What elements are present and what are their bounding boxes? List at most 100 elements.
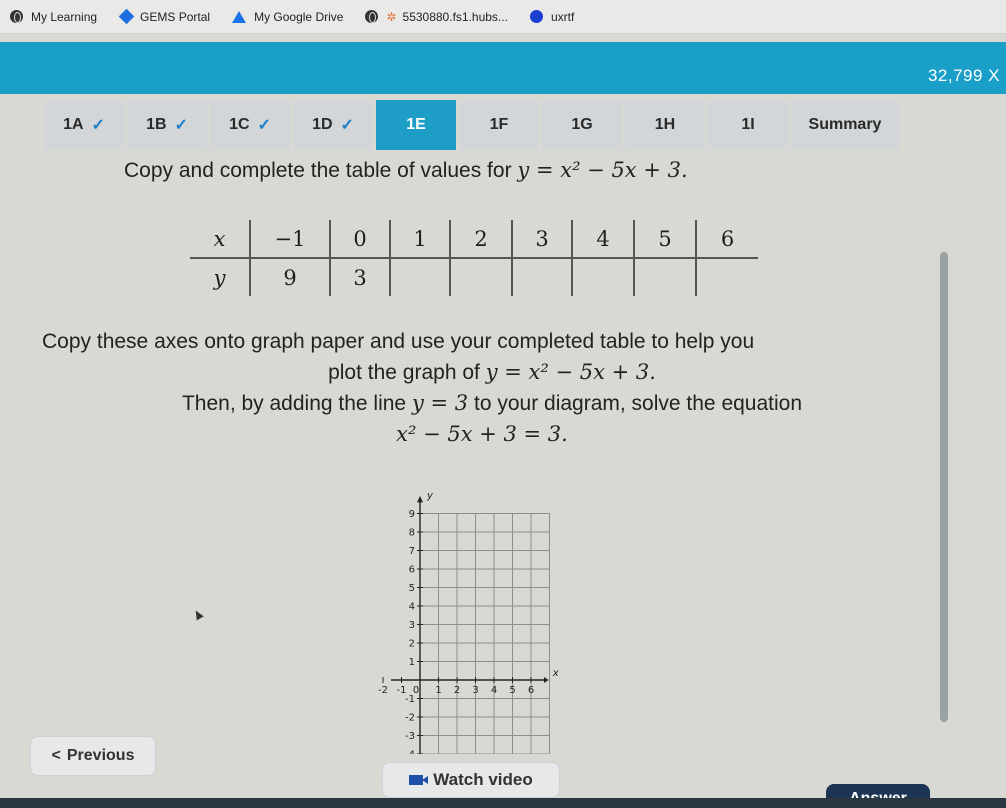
y-tick-label: 1 [409,657,415,668]
y-tick-label: -1 [405,694,415,705]
y-tick-label: 7 [409,546,415,557]
table-cell: 3 [512,220,573,259]
tab-label: 1G [571,116,593,133]
hubspot-icon: ✲ [386,9,397,24]
bookmark-label: GEMS Portal [140,9,211,24]
table-cell: −1 [250,220,331,259]
question-text: Copy and complete the table of values fo… [124,159,512,182]
table-cell[interactable] [696,258,758,296]
graph-grid [419,513,550,754]
y-tick-label: 5 [409,583,415,594]
table-cell: 1 [390,220,451,259]
bookmark-gems-portal[interactable]: GEMS Portal [118,8,211,25]
bookmarks-bar: My Learning GEMS Portal My Google Drive … [0,0,1006,34]
check-icon: ✓ [340,117,354,134]
instruction-line-1: Copy these axes onto graph paper and use… [42,330,755,353]
instruction-line-3: Then, by adding the line y = 3 to your d… [42,389,942,418]
video-camera-icon [409,775,429,785]
bookmark-google-drive[interactable]: My Google Drive [232,10,343,24]
tab-label: 1H [654,116,676,133]
check-icon: ✓ [174,117,188,134]
table-header-y: y [190,258,251,296]
bookmark-uxrtf[interactable]: uxrtf [529,9,575,24]
mouse-cursor-icon [192,608,204,621]
x-tick-label: 3 [472,685,478,696]
y-tick-label: -3 [405,731,415,742]
pay-icon [529,10,543,23]
x-axis-label: x [552,668,559,679]
tab-1h[interactable]: 1H [625,100,705,150]
y-tick-label: 6 [409,565,415,576]
x-tick-label: 4 [491,685,497,696]
bookmark-label: My Learning [31,9,98,24]
tab-1d[interactable]: 1D ✓ [293,100,373,150]
values-table: x −1 0 1 2 3 4 5 6 y 9 3 [190,220,758,296]
table-cell: 0 [330,220,391,259]
y-tick-label: 4 [409,602,415,613]
axes-graph: -2-10123456987654321-1-2-3-4yx [378,491,559,754]
table-cell[interactable] [450,258,513,296]
y-tick-label: 8 [409,528,415,539]
tab-label: 1B [146,116,167,133]
check-icon: ✓ [91,117,105,134]
tab-label: Summary [808,116,882,133]
table-cell[interactable] [390,258,451,296]
taskbar-strip [0,798,1006,808]
instruction-line-4: x² − 5x + 3 = 3. [42,420,942,449]
scrollbar[interactable] [940,252,948,722]
table-cell[interactable] [634,258,697,296]
graph-tick-labels: -2-10123456987654321-1-2-3-4yx [378,491,559,754]
instruction-text: Then, by adding the line [181,392,407,415]
y-tick-label: 9 [409,509,415,520]
tab-1a[interactable]: 1A ✓ [44,100,124,150]
tab-label: 1D [312,116,333,133]
table-cell: 5 [634,220,697,259]
globe-icon [365,10,379,23]
header-bar: 32,799 X [0,42,1006,94]
bookmark-label: My Google Drive [254,9,344,24]
tab-label: 1A [63,116,84,133]
previous-label: Previous [66,747,135,764]
tab-1c[interactable]: 1C ✓ [210,100,290,150]
bookmark-hubspot[interactable]: ✲ 5530880.fs1.hubs... [365,9,508,24]
tab-label: 1E [406,116,426,133]
google-drive-icon [232,10,247,23]
x-tick-label: 2 [454,685,460,696]
x-tick-label: 1 [435,685,441,696]
previous-button[interactable]: < Previous [30,736,156,776]
gems-icon [118,8,135,25]
table-cell[interactable]: 9 [250,258,331,296]
tab-1e[interactable]: 1E [376,100,456,150]
table-row-x: x −1 0 1 2 3 4 5 6 [190,220,758,259]
globe-icon [10,10,23,23]
instruction-text: to your diagram, solve the equation [473,392,803,415]
bookmark-label: uxrtf [550,9,575,24]
y-axis-label: y [426,491,434,502]
table-cell[interactable] [572,258,635,296]
table-cell[interactable]: 3 [330,258,391,296]
table-cell: 4 [572,220,635,259]
equation: y = 3 [411,391,469,415]
tab-1b[interactable]: 1B ✓ [127,100,207,150]
check-icon: ✓ [257,117,271,134]
bookmark-my-learning[interactable]: My Learning [10,10,97,24]
table-cell: 6 [696,220,758,259]
tab-1f[interactable]: 1F [459,100,539,150]
tab-1i[interactable]: 1I [708,100,788,150]
x-axis-arrow [543,677,549,683]
y-axis-arrow [417,495,423,503]
equation: y = x² − 5x + 3. [485,360,656,384]
tab-label: 1I [741,116,755,133]
tab-1g[interactable]: 1G [542,100,622,150]
xp-counter: 32,799 X [927,66,1000,85]
watch-video-label: Watch video [433,770,533,789]
x-tick-label: -2 [378,685,388,696]
tab-summary[interactable]: Summary [791,100,899,150]
table-header-x: x [190,220,251,259]
question-intro: Copy and complete the table of values fo… [124,158,688,183]
equation: x² − 5x + 3 = 3. [396,422,568,446]
table-cell[interactable] [512,258,573,296]
watch-video-button[interactable]: Watch video [382,762,560,798]
table-cell: 2 [450,220,513,259]
y-tick-label: 2 [409,639,415,650]
